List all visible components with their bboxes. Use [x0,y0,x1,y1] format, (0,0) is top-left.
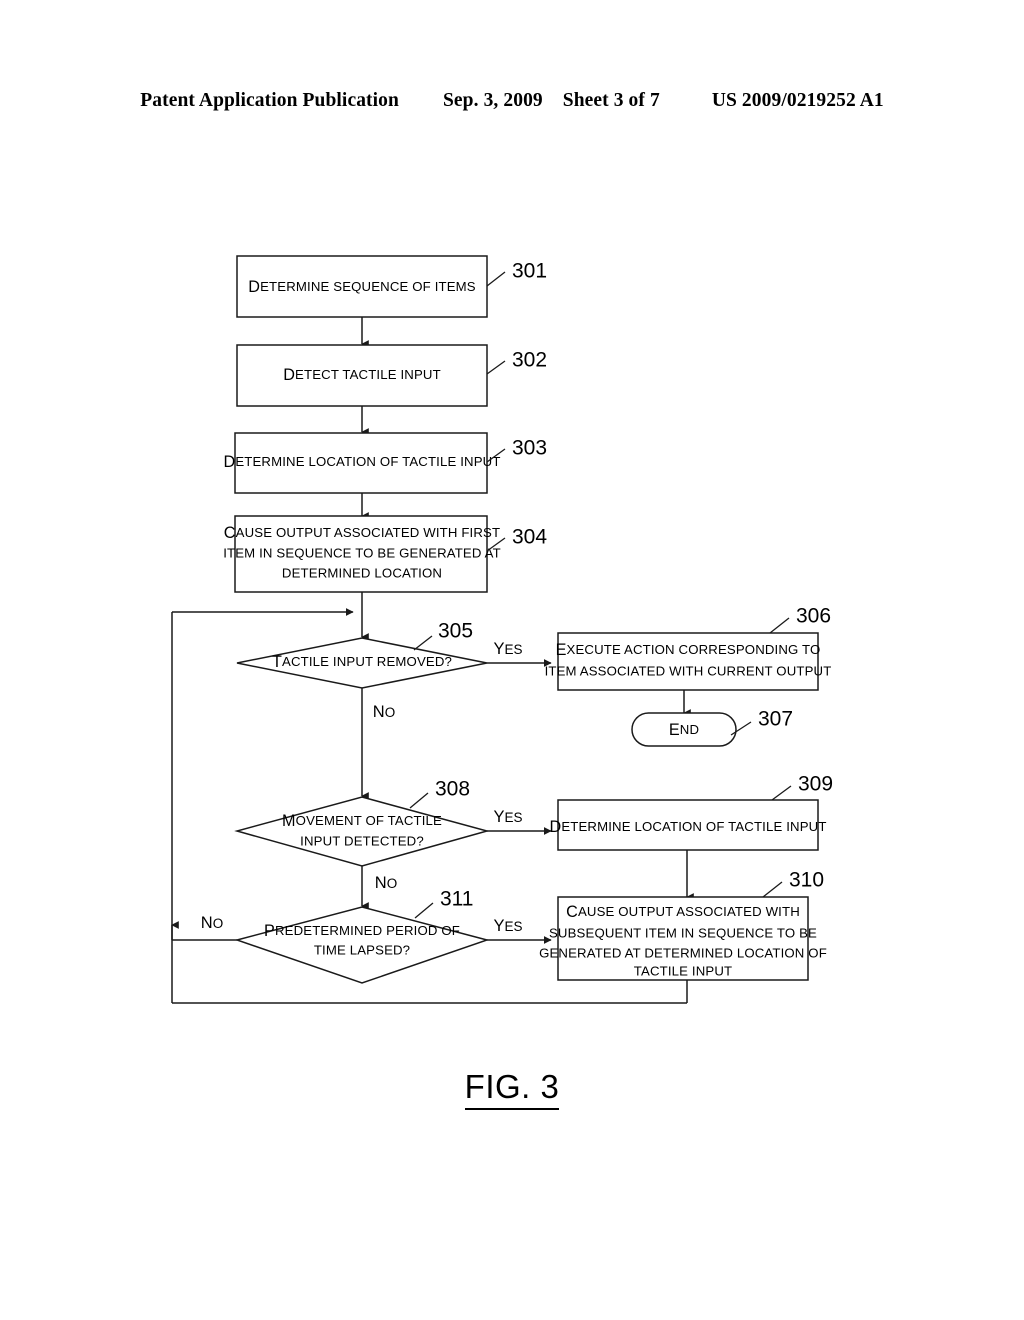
flow-node-301: DETERMINE SEQUENCE OF ITEMS 301 [236,255,547,318]
node-305-label: TACTILE INPUT REMOVED? [272,653,452,671]
branch-label-yes-311: YES [493,917,522,935]
branch-label-yes-308: YES [493,808,522,826]
node-308-label-line1: MOVEMENT OF TACTILE [282,812,442,830]
branch-label-no-308: NO [375,874,397,892]
node-310-label-line1: CAUSE OUTPUT ASSOCIATED WITH [566,903,800,921]
flow-node-309: DETERMINE LOCATION OF TACTILE INPUT 309 [549,773,833,851]
node-310-label-line4: TACTILE INPUT [634,963,732,978]
ref-numeral-306: 306 [796,605,831,628]
flowchart-diagram: DETERMINE SEQUENCE OF ITEMS 301 DETECT T… [171,255,833,1004]
node-304-label-line3: DETERMINED LOCATION [282,565,442,580]
node-309-label: DETERMINE LOCATION OF TACTILE INPUT [549,818,826,836]
node-306-label-line2: ITEM ASSOCIATED WITH CURRENT OUTPUT [545,663,832,678]
flow-node-302: DETECT TACTILE INPUT 302 [236,344,547,407]
figure-sheet: DETERMINE SEQUENCE OF ITEMS 301 DETECT T… [0,0,1024,1320]
leader-line-311 [414,902,434,919]
ref-numeral-309: 309 [798,773,833,796]
ref-numeral-302: 302 [512,349,547,372]
ref-numeral-303: 303 [512,437,547,460]
leader-line-306 [769,617,790,634]
decision-diamond-308 [234,796,490,867]
node-303-label: DETERMINE LOCATION OF TACTILE INPUT [223,453,500,471]
ref-numeral-304: 304 [512,526,547,549]
ref-numeral-305: 305 [438,620,473,643]
node-308-label-line2: INPUT DETECTED? [300,833,424,848]
node-302-label: DETECT TACTILE INPUT [283,366,441,384]
leader-line-308 [409,792,429,809]
node-306-label-line1: EXECUTE ACTION CORRESPONDING TO [556,641,821,659]
ref-numeral-307: 307 [758,708,793,731]
ref-numeral-308: 308 [435,778,470,801]
branch-label-no-311: NO [201,914,223,932]
leader-line-309 [771,785,792,801]
leader-line-302 [486,360,506,375]
flow-node-307: END 307 [631,708,793,747]
ref-numeral-310: 310 [789,869,824,892]
branch-label-no-305: NO [373,703,395,721]
leader-line-310 [762,881,783,898]
flow-node-303: DETERMINE LOCATION OF TACTILE INPUT 303 [223,432,547,494]
figure-caption-label: FIG. 3 [464,1068,560,1110]
node-304-label-line2: ITEM IN SEQUENCE TO BE GENERATED AT [223,545,501,560]
leader-line-301 [486,271,506,287]
ref-numeral-311: 311 [440,888,473,911]
leader-line-305 [413,635,433,651]
ref-numeral-301: 301 [512,260,547,283]
figure-caption-container: FIG. 3 [0,1068,1024,1110]
node-311-label-line2: TIME LAPSED? [314,942,410,957]
node-311-label-line1: PREDETERMINED PERIOD OF [264,922,460,940]
branch-label-yes-305: YES [493,640,522,658]
node-307-label: END [669,721,699,739]
node-301-label: DETERMINE SEQUENCE OF ITEMS [248,278,476,296]
node-304-label-line1: CAUSE OUTPUT ASSOCIATED WITH FIRST [224,524,500,542]
node-310-label-line2: SUBSEQUENT ITEM IN SEQUENCE TO BE [549,925,817,940]
node-310-label-line3: GENERATED AT DETERMINED LOCATION OF [539,945,827,960]
flow-node-310: CAUSE OUTPUT ASSOCIATED WITH SUBSEQUENT … [539,869,827,981]
flow-node-306: EXECUTE ACTION CORRESPONDING TO ITEM ASS… [545,605,832,691]
flow-node-304: CAUSE OUTPUT ASSOCIATED WITH FIRST ITEM … [223,515,547,593]
